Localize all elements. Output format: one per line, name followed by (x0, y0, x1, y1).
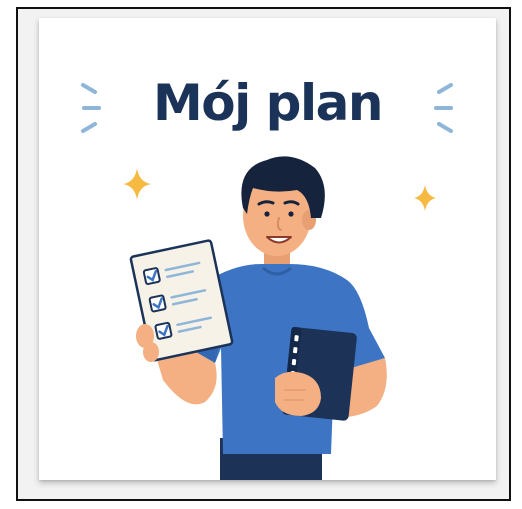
sparkle-icon (123, 168, 151, 200)
emphasis-dashes-left (81, 83, 101, 133)
checkbox-checked-icon (154, 321, 173, 340)
illustration (81, 83, 453, 480)
checklist-paper (129, 239, 234, 362)
sparkle-icon (414, 185, 436, 211)
poster-card: Mój plan (39, 18, 496, 480)
checkbox-checked-icon (148, 294, 167, 313)
emphasis-dashes-right (434, 83, 453, 133)
checkbox-checked-icon (142, 267, 161, 285)
image-frame: Mój plan (16, 7, 511, 501)
